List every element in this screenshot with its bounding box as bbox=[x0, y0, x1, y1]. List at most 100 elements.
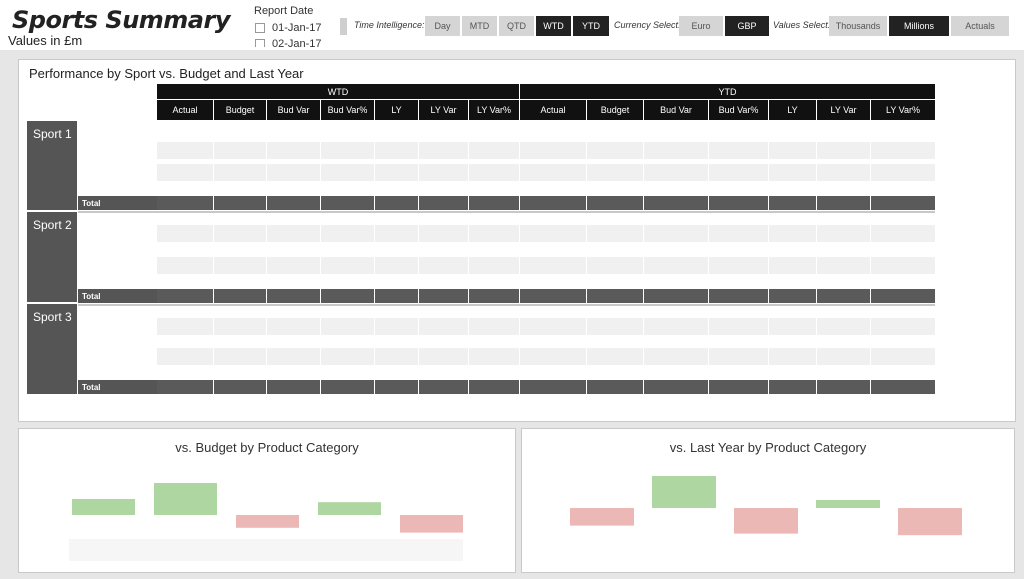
total-cell bbox=[157, 289, 213, 303]
values-option-thousands[interactable]: Thousands bbox=[829, 16, 887, 36]
matrix-title: Performance by Sport vs. Budget and Last… bbox=[29, 66, 304, 81]
matrix-cell bbox=[709, 318, 768, 335]
matrix-cell bbox=[769, 142, 816, 159]
total-cell bbox=[267, 196, 320, 210]
column-header[interactable]: Bud Var bbox=[267, 100, 320, 120]
total-row-label: Total bbox=[78, 380, 157, 394]
chart-bar[interactable] bbox=[898, 508, 962, 536]
performance-matrix-panel: Performance by Sport vs. Budget and Last… bbox=[18, 59, 1016, 422]
matrix-cell bbox=[157, 318, 213, 335]
total-row-label: Total bbox=[78, 196, 157, 210]
matrix-cell bbox=[469, 142, 519, 159]
matrix-cell bbox=[769, 318, 816, 335]
product-row-label[interactable] bbox=[78, 257, 157, 274]
checkbox-icon[interactable] bbox=[255, 23, 265, 33]
chart-bar[interactable] bbox=[816, 500, 880, 508]
matrix-cell bbox=[520, 318, 586, 335]
time-option-wtd[interactable]: WTD bbox=[536, 16, 571, 36]
total-cell bbox=[769, 289, 816, 303]
product-row-label[interactable] bbox=[78, 225, 157, 242]
chart-bar[interactable] bbox=[400, 515, 463, 533]
total-cell bbox=[587, 196, 643, 210]
total-cell bbox=[520, 380, 586, 394]
time-option-mtd[interactable]: MTD bbox=[462, 16, 497, 36]
report-date-option[interactable]: 01-Jan-17 bbox=[254, 20, 334, 36]
chart-bar[interactable] bbox=[236, 515, 299, 528]
column-header[interactable]: Actual bbox=[520, 100, 586, 120]
sport-row-header[interactable]: Sport 3 bbox=[27, 304, 77, 394]
total-cell bbox=[769, 380, 816, 394]
matrix-cell bbox=[214, 348, 266, 365]
currency-option-gbp[interactable]: GBP bbox=[725, 16, 769, 36]
matrix-cell bbox=[469, 164, 519, 181]
matrix-cell bbox=[644, 164, 708, 181]
column-header[interactable]: LY Var bbox=[817, 100, 870, 120]
column-header[interactable]: Actual bbox=[157, 100, 213, 120]
matrix-cell bbox=[709, 348, 768, 365]
matrix-cell bbox=[644, 142, 708, 159]
slicer-grip-handle[interactable] bbox=[340, 18, 347, 35]
product-row-label[interactable] bbox=[78, 318, 157, 335]
time-option-day[interactable]: Day bbox=[425, 16, 460, 36]
matrix-cell bbox=[375, 164, 418, 181]
total-cell bbox=[419, 196, 468, 210]
total-cell bbox=[871, 380, 935, 394]
total-cell bbox=[469, 196, 519, 210]
currency-option-euro[interactable]: Euro bbox=[679, 16, 723, 36]
matrix-cell bbox=[214, 225, 266, 242]
matrix-cell bbox=[321, 164, 374, 181]
sport-row-header[interactable]: Sport 1 bbox=[27, 121, 77, 210]
matrix-cell bbox=[419, 318, 468, 335]
values-option-millions[interactable]: Millions bbox=[889, 16, 949, 36]
column-header[interactable]: LY Var% bbox=[469, 100, 519, 120]
product-row-label[interactable] bbox=[78, 142, 157, 159]
total-cell bbox=[157, 196, 213, 210]
matrix-cell bbox=[871, 318, 935, 335]
chart-bar[interactable] bbox=[318, 502, 381, 515]
product-row-label[interactable] bbox=[78, 348, 157, 365]
column-header[interactable]: LY bbox=[769, 100, 816, 120]
matrix-cell bbox=[817, 348, 870, 365]
matrix-cell bbox=[520, 348, 586, 365]
chart-scrollbar-area bbox=[69, 539, 463, 561]
chart-bar[interactable] bbox=[154, 483, 217, 515]
total-cell bbox=[214, 289, 266, 303]
report-date-option[interactable]: 02-Jan-17 bbox=[254, 36, 334, 47]
matrix-cell bbox=[267, 318, 320, 335]
chart-bar[interactable] bbox=[72, 499, 135, 515]
sport-row-header[interactable]: Sport 2 bbox=[27, 212, 77, 302]
performance-matrix: WTD YTD Actual Budget Bud Var Bud Var% LY LY Va… bbox=[27, 84, 935, 396]
matrix-cell bbox=[817, 225, 870, 242]
time-option-qtd[interactable]: QTD bbox=[499, 16, 534, 36]
total-cell bbox=[871, 196, 935, 210]
column-header[interactable]: Bud Var% bbox=[709, 100, 768, 120]
total-cell bbox=[469, 289, 519, 303]
total-cell bbox=[321, 196, 374, 210]
matrix-cell bbox=[419, 225, 468, 242]
column-header[interactable]: LY Var bbox=[419, 100, 468, 120]
matrix-cell bbox=[871, 164, 935, 181]
column-header[interactable]: LY Var% bbox=[871, 100, 935, 120]
column-header[interactable]: LY bbox=[375, 100, 418, 120]
product-row-label[interactable] bbox=[78, 164, 157, 181]
matrix-cell bbox=[267, 257, 320, 274]
values-option-actuals[interactable]: Actuals bbox=[951, 16, 1009, 36]
matrix-cell bbox=[419, 257, 468, 274]
total-cell bbox=[587, 289, 643, 303]
column-header[interactable]: Budget bbox=[214, 100, 266, 120]
column-header[interactable]: Budget bbox=[587, 100, 643, 120]
total-cell bbox=[469, 380, 519, 394]
ly-variance-chart bbox=[570, 476, 962, 536]
total-row-label: Total bbox=[78, 289, 157, 303]
time-option-ytd[interactable]: YTD bbox=[573, 16, 609, 36]
chart-bar[interactable] bbox=[652, 476, 716, 508]
column-header[interactable]: Bud Var% bbox=[321, 100, 374, 120]
checkbox-icon[interactable] bbox=[255, 39, 265, 47]
total-cell bbox=[267, 380, 320, 394]
column-header[interactable]: Bud Var bbox=[644, 100, 708, 120]
chart-bar[interactable] bbox=[734, 508, 798, 534]
total-cell bbox=[709, 380, 768, 394]
header-bar: Sports Summary Values in £m Report Date … bbox=[0, 0, 1024, 50]
chart-bar[interactable] bbox=[570, 508, 634, 526]
matrix-cell bbox=[375, 225, 418, 242]
